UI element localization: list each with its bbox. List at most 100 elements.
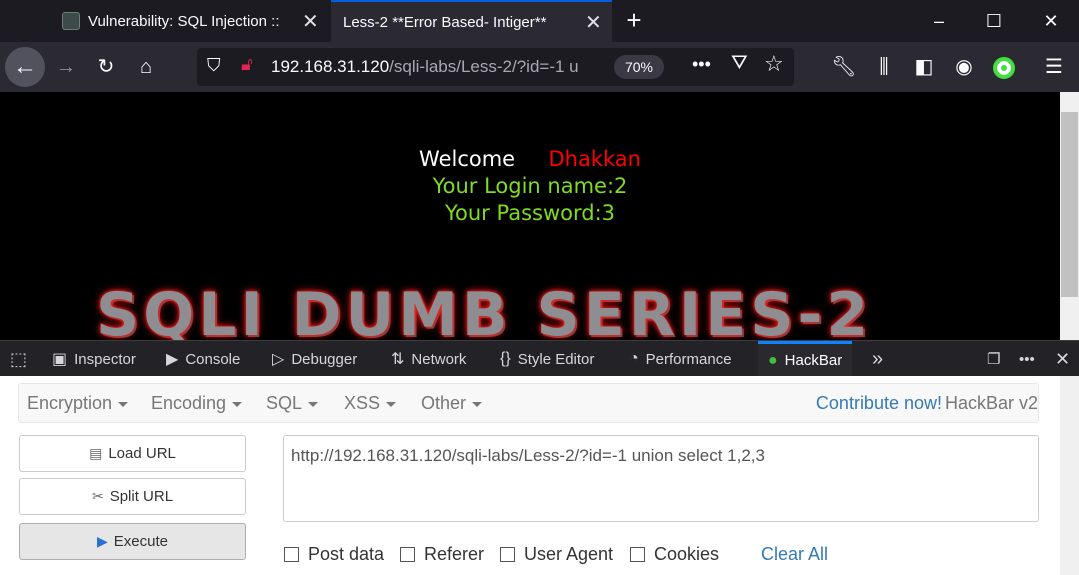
welcome-line: Welcome Dhakkan — [0, 147, 1060, 171]
back-arrow-icon[interactable]: ← — [5, 47, 45, 87]
inspector-icon: ▣ — [52, 351, 68, 368]
pocket-icon[interactable]: ⛛ — [731, 52, 748, 75]
network-icon: ⇅ — [391, 351, 405, 368]
devtools-options-icon[interactable]: ••• — [1019, 341, 1035, 377]
checkbox-label: Post data — [308, 544, 385, 564]
menu-other[interactable]: Other — [421, 393, 483, 414]
tab-label: Style Editor — [517, 350, 595, 368]
tab-style-editor[interactable]: {} Style Editor — [500, 341, 594, 377]
menu-sql[interactable]: SQL — [266, 393, 319, 414]
caret-down-icon — [308, 401, 319, 407]
tab-label: Console — [185, 350, 241, 368]
tab-label: HackBar — [784, 352, 843, 369]
tab-label: Debugger — [291, 350, 358, 368]
library-icon[interactable]: ⫼ — [866, 49, 902, 85]
devtools-toolbar: ⬚ ▣ Inspector ▶ Console ▷ Debugger ⇅ Network… — [0, 340, 1079, 377]
menu-encoding[interactable]: Encoding — [151, 393, 243, 414]
tab-debugger[interactable]: ▷ Debugger — [272, 341, 357, 377]
menu-label: Encoding — [151, 393, 227, 413]
scissors-icon: ✂ — [91, 488, 104, 504]
page-scrollbar[interactable] — [1060, 92, 1079, 340]
url-host: 192.168.31.120 — [271, 57, 390, 76]
checkbox-box[interactable] — [400, 547, 415, 562]
checkbox-label: User Agent — [524, 544, 614, 564]
bookmark-star-icon[interactable]: ☆ — [764, 51, 784, 77]
wrench-icon[interactable]: 🔧︎ — [826, 49, 862, 85]
tab-title: Less-2 **Error Based- Intiger** — [343, 13, 547, 31]
site-favicon-icon — [62, 12, 80, 30]
menu-xss[interactable]: XSS — [344, 393, 397, 414]
post-data-checkbox[interactable]: Post data — [284, 544, 384, 565]
close-tab-icon[interactable]: ✕ — [585, 10, 602, 35]
checkbox-box[interactable] — [284, 547, 299, 562]
more-actions-icon[interactable]: ••• — [692, 54, 711, 75]
menu-label: Other — [421, 393, 467, 413]
element-picker-icon[interactable]: ⬚ — [10, 341, 27, 377]
checkbox-label: Cookies — [654, 544, 720, 564]
hackbar-url-textarea[interactable]: http://192.168.31.120/sqli-labs/Less-2/?… — [283, 435, 1039, 522]
menu-hamburger-icon[interactable]: ☰ — [1036, 49, 1072, 85]
insecure-lock-icon[interactable]: 🔓︎ — [241, 54, 253, 75]
home-icon[interactable]: ⌂ — [128, 49, 164, 85]
sidebar-icon[interactable]: ◧ — [906, 49, 942, 85]
tab-label: Inspector — [74, 350, 136, 368]
menu-encryption[interactable]: Encryption — [27, 393, 129, 414]
url-text[interactable]: 192.168.31.120/sqli-labs/Less-2/?id=-1 u — [271, 57, 611, 77]
menu-label: SQL — [266, 393, 303, 413]
tab-strip: Vulnerability: SQL Injection :: ✕ Less-2… — [0, 0, 1079, 42]
load-url-button[interactable]: ▤ Load URL — [19, 435, 246, 472]
panel-scrollbar[interactable] — [1060, 376, 1079, 575]
checkbox-label: Referer — [424, 544, 485, 564]
close-tab-icon[interactable]: ✕ — [302, 9, 319, 34]
minimize-icon[interactable]: – — [924, 6, 954, 36]
url-path: /sqli-labs/Less-2/?id=-1 u — [389, 57, 579, 76]
hackbar-icon: ● — [768, 351, 778, 369]
tab-console[interactable]: ▶ Console — [166, 341, 240, 377]
extension-icon[interactable] — [986, 49, 1022, 85]
forward-arrow-icon[interactable]: → — [48, 49, 84, 85]
tab-performance[interactable]: ◔ Performance — [629, 341, 732, 377]
tab-label: Network — [411, 350, 467, 368]
tab-network[interactable]: ⇅ Network — [391, 341, 466, 377]
series-banner: SQLI DUMB SERIES-2 — [96, 280, 873, 340]
checkbox-box[interactable] — [630, 547, 645, 562]
menu-label: Encryption — [27, 393, 113, 413]
close-devtools-icon[interactable]: ✕ — [1055, 341, 1070, 377]
tab-less-2[interactable]: Less-2 **Error Based- Intiger** ✕ — [331, 0, 612, 42]
hackbar-version: HackBar v2 — [944, 393, 1038, 413]
caret-down-icon — [118, 401, 129, 407]
reload-icon[interactable]: ↻ — [88, 49, 124, 85]
scroll-thumb[interactable] — [1061, 112, 1078, 297]
maximize-icon[interactable]: ☐ — [979, 6, 1009, 36]
dock-mode-icon[interactable]: ❐ — [987, 341, 1000, 377]
referer-checkbox[interactable]: Referer — [400, 544, 484, 565]
more-tabs-chevron-icon[interactable]: » — [872, 341, 883, 377]
contribute-link[interactable]: Contribute now! — [816, 393, 942, 414]
password-line: Your Password:3 — [444, 201, 616, 225]
performance-icon: ◔ — [629, 350, 639, 367]
zoom-level[interactable]: 70% — [614, 55, 664, 79]
menu-label: XSS — [344, 393, 381, 413]
url-bar[interactable]: ⛉ 🔓︎ 192.168.31.120/sqli-labs/Less-2/?id… — [197, 48, 794, 86]
navigation-toolbar: ← → ↻ ⌂ ⛉ 🔓︎ 192.168.31.120/sqli-labs/Le… — [0, 42, 1079, 92]
welcome-text: Welcome — [419, 147, 516, 171]
new-tab-icon[interactable]: + — [620, 6, 648, 34]
debugger-icon: ▷ — [272, 351, 285, 368]
page-content: Welcome Dhakkan Your Login name:2 Your P… — [0, 92, 1060, 340]
split-url-button[interactable]: ✂ Split URL — [19, 478, 246, 515]
shield-icon[interactable]: ⛉ — [207, 55, 221, 76]
tab-hackbar[interactable]: ● HackBar — [758, 341, 853, 377]
user-agent-checkbox[interactable]: User Agent — [500, 544, 613, 565]
caret-down-icon — [472, 401, 483, 407]
cookies-checkbox[interactable]: Cookies — [630, 544, 719, 565]
button-label: Execute — [113, 533, 168, 550]
account-icon[interactable]: ◉ — [946, 49, 982, 85]
tab-sqli-dvwa[interactable]: Vulnerability: SQL Injection :: ✕ — [50, 0, 330, 42]
clear-all-link[interactable]: Clear All — [761, 544, 828, 565]
checkbox-box[interactable] — [500, 547, 515, 562]
button-label: Split URL — [109, 488, 174, 505]
tab-inspector[interactable]: ▣ Inspector — [52, 341, 136, 377]
login-name-line: Your Login name:2 — [432, 174, 628, 198]
execute-button[interactable]: ▶ Execute — [19, 523, 246, 560]
close-window-icon[interactable]: ✕ — [1036, 6, 1066, 36]
